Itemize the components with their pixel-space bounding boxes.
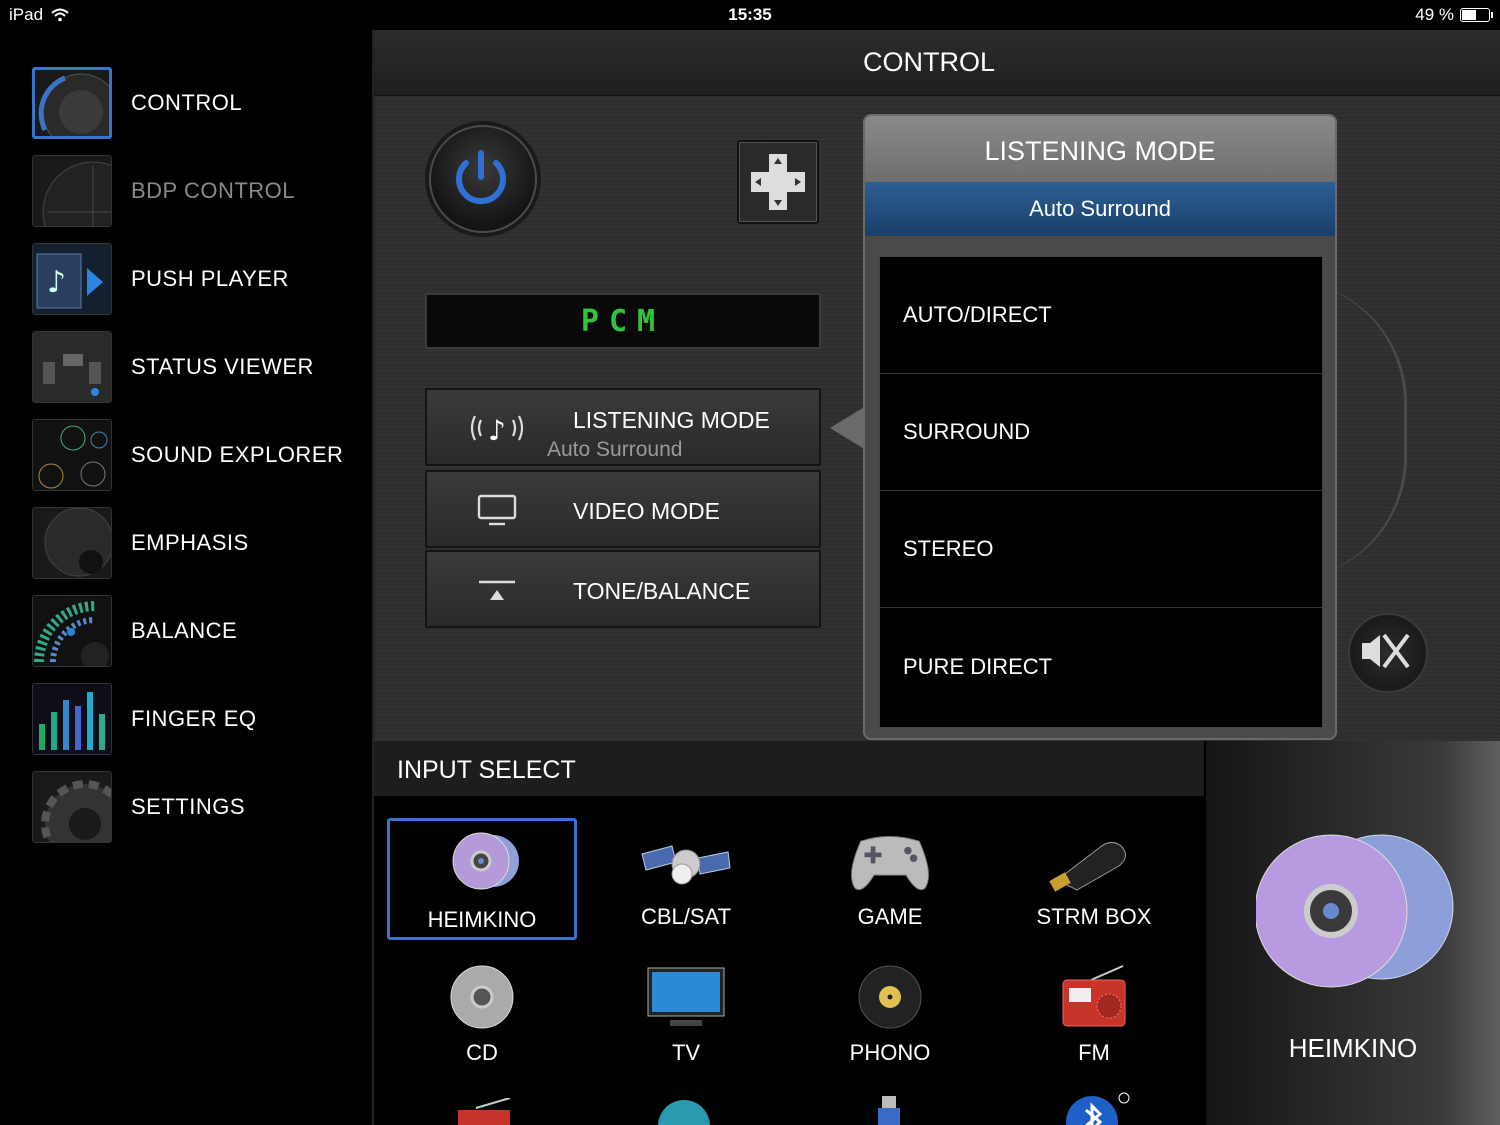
listening-mode-popup: LISTENING MODE Auto Surround AUTO/DIRECT… [863,114,1337,740]
input-grid: HEIMKINO CBL/SAT GAME STRM BOX CD TV PHO… [374,796,1204,1125]
popup-pointer [830,406,866,450]
tone-balance-button[interactable]: TONE/BALANCE [425,550,821,628]
popup-title: LISTENING MODE [865,116,1335,182]
mute-icon [1362,633,1410,669]
power-icon [456,150,506,205]
disc-icon [1256,834,1454,988]
listening-mode-label: LISTENING MODE [573,407,770,433]
input-strm-box[interactable]: STRM BOX [999,818,1189,940]
sidebar-item-balance[interactable]: BALANCE [32,593,362,669]
header: CONTROL [374,30,1500,96]
sidebar-item-label: EMPHASIS [131,530,249,555]
sidebar-item-label: FINGER EQ [131,706,257,731]
input-select-title: INPUT SELECT [397,756,576,784]
input-cbl-sat[interactable]: CBL/SAT [591,818,781,940]
battery-icon [1460,8,1493,22]
video-mode-button[interactable]: VIDEO MODE [425,470,821,548]
input-partial-radio-icon[interactable] [456,1098,512,1125]
vinyl-record-icon [858,965,922,1029]
sidebar: CONTROL BDP CONTROL ♪ PUSH PLAYER STATUS… [0,30,374,1125]
sidebar-item-label: STATUS VIEWER [131,354,314,379]
balance-icon [32,595,112,667]
mute-button[interactable] [1348,613,1428,693]
sidebar-item-status-viewer[interactable]: STATUS VIEWER [32,329,362,405]
radio-icon [1062,965,1126,1027]
eject-tone-icon [479,580,515,600]
input-label: HEIMKINO [427,907,537,932]
input-cd[interactable]: CD [387,954,577,1076]
current-input-label: HEIMKINO [1288,1033,1418,1063]
mode-option-auto-direct[interactable]: AUTO/DIRECT [880,257,1322,374]
sidebar-item-label: CONTROL [131,90,243,115]
input-label: TV [671,1040,701,1065]
input-label: CD [466,1040,498,1065]
sidebar-item-label: BDP CONTROL [131,178,296,203]
dpad-button[interactable] [737,140,819,224]
clock: 15:35 [728,5,772,24]
mode-option-stereo[interactable]: STEREO [880,491,1322,608]
sidebar-item-settings[interactable]: SETTINGS [32,769,362,845]
page-title: CONTROL [862,47,995,77]
stream-stick-icon [1049,842,1126,892]
battery-percent: 49 % [1415,5,1454,24]
listening-mode-button[interactable]: ♪ LISTENING MODE Auto Surround [425,388,821,466]
status-right: 49 % [1415,5,1493,25]
sidebar-item-push-player[interactable]: ♪ PUSH PLAYER [32,241,362,317]
current-input-panel: HEIMKINO [1206,741,1500,1125]
video-mode-label: VIDEO MODE [573,498,720,524]
sidebar-item-label: BALANCE [131,618,238,643]
gamepad-icon [851,836,929,891]
listening-mode-list: AUTO/DIRECT SURROUND STEREO PURE DIRECT [879,256,1323,728]
battery-fill [1462,10,1476,20]
disc-icon [452,832,519,890]
sidebar-item-finger-eq[interactable]: FINGER EQ [32,681,362,757]
sidebar-item-label: PUSH PLAYER [131,266,289,291]
input-label: PHONO [849,1040,931,1065]
listening-mode-icon: ♪ [470,414,524,446]
sidebar-item-label: SOUND EXPLORER [131,442,344,467]
power-button[interactable] [429,125,537,233]
settings-gear-icon [32,771,112,843]
finger-eq-icon [32,683,112,755]
sidebar-item-bdp-control[interactable]: BDP CONTROL [32,153,362,229]
input-label: CBL/SAT [640,904,732,929]
dpad-icon [751,154,805,210]
input-tv[interactable]: TV [591,954,781,1076]
mode-option-surround[interactable]: SURROUND [880,374,1322,491]
monitor-icon [477,494,517,526]
input-select-header: INPUT SELECT [374,741,1204,796]
input-partial-bluetooth-icon[interactable] [1066,1092,1130,1125]
svg-text:♪: ♪ [488,414,506,446]
input-phono[interactable]: PHONO [795,954,985,1076]
satellite-icon [641,845,731,885]
input-partial-usb-icon[interactable] [874,1094,904,1125]
emphasis-speaker-icon [32,507,112,579]
sidebar-item-label: SETTINGS [131,794,246,819]
cd-icon [450,965,514,1029]
sidebar-item-emphasis[interactable]: EMPHASIS [32,505,362,581]
format-display: PCM [425,293,821,349]
input-fm[interactable]: FM [999,954,1189,1076]
sidebar-item-control[interactable]: CONTROL [32,65,362,141]
input-label: FM [1078,1040,1110,1065]
bdp-control-icon [32,155,112,227]
sound-explorer-icon [32,419,112,491]
input-partial-globe-icon[interactable] [656,1098,712,1125]
status-viewer-icon [32,331,112,403]
control-dial-icon [32,67,112,139]
tv-icon [647,967,725,1026]
input-heimkino[interactable]: HEIMKINO [387,818,577,940]
input-label: STRM BOX [1036,904,1152,929]
input-game[interactable]: GAME [795,818,985,940]
input-label: GAME [857,904,923,929]
popup-current-mode: Auto Surround [865,182,1335,236]
status-bar: iPad 15:35 49 % [0,0,1500,30]
svg-text:♪: ♪ [47,265,66,300]
listening-mode-value: Auto Surround [547,438,683,461]
sidebar-item-sound-explorer[interactable]: SOUND EXPLORER [32,417,362,493]
push-player-icon: ♪ [32,243,112,315]
mode-option-pure-direct[interactable]: PURE DIRECT [880,608,1322,725]
tone-balance-label: TONE/BALANCE [573,578,751,604]
